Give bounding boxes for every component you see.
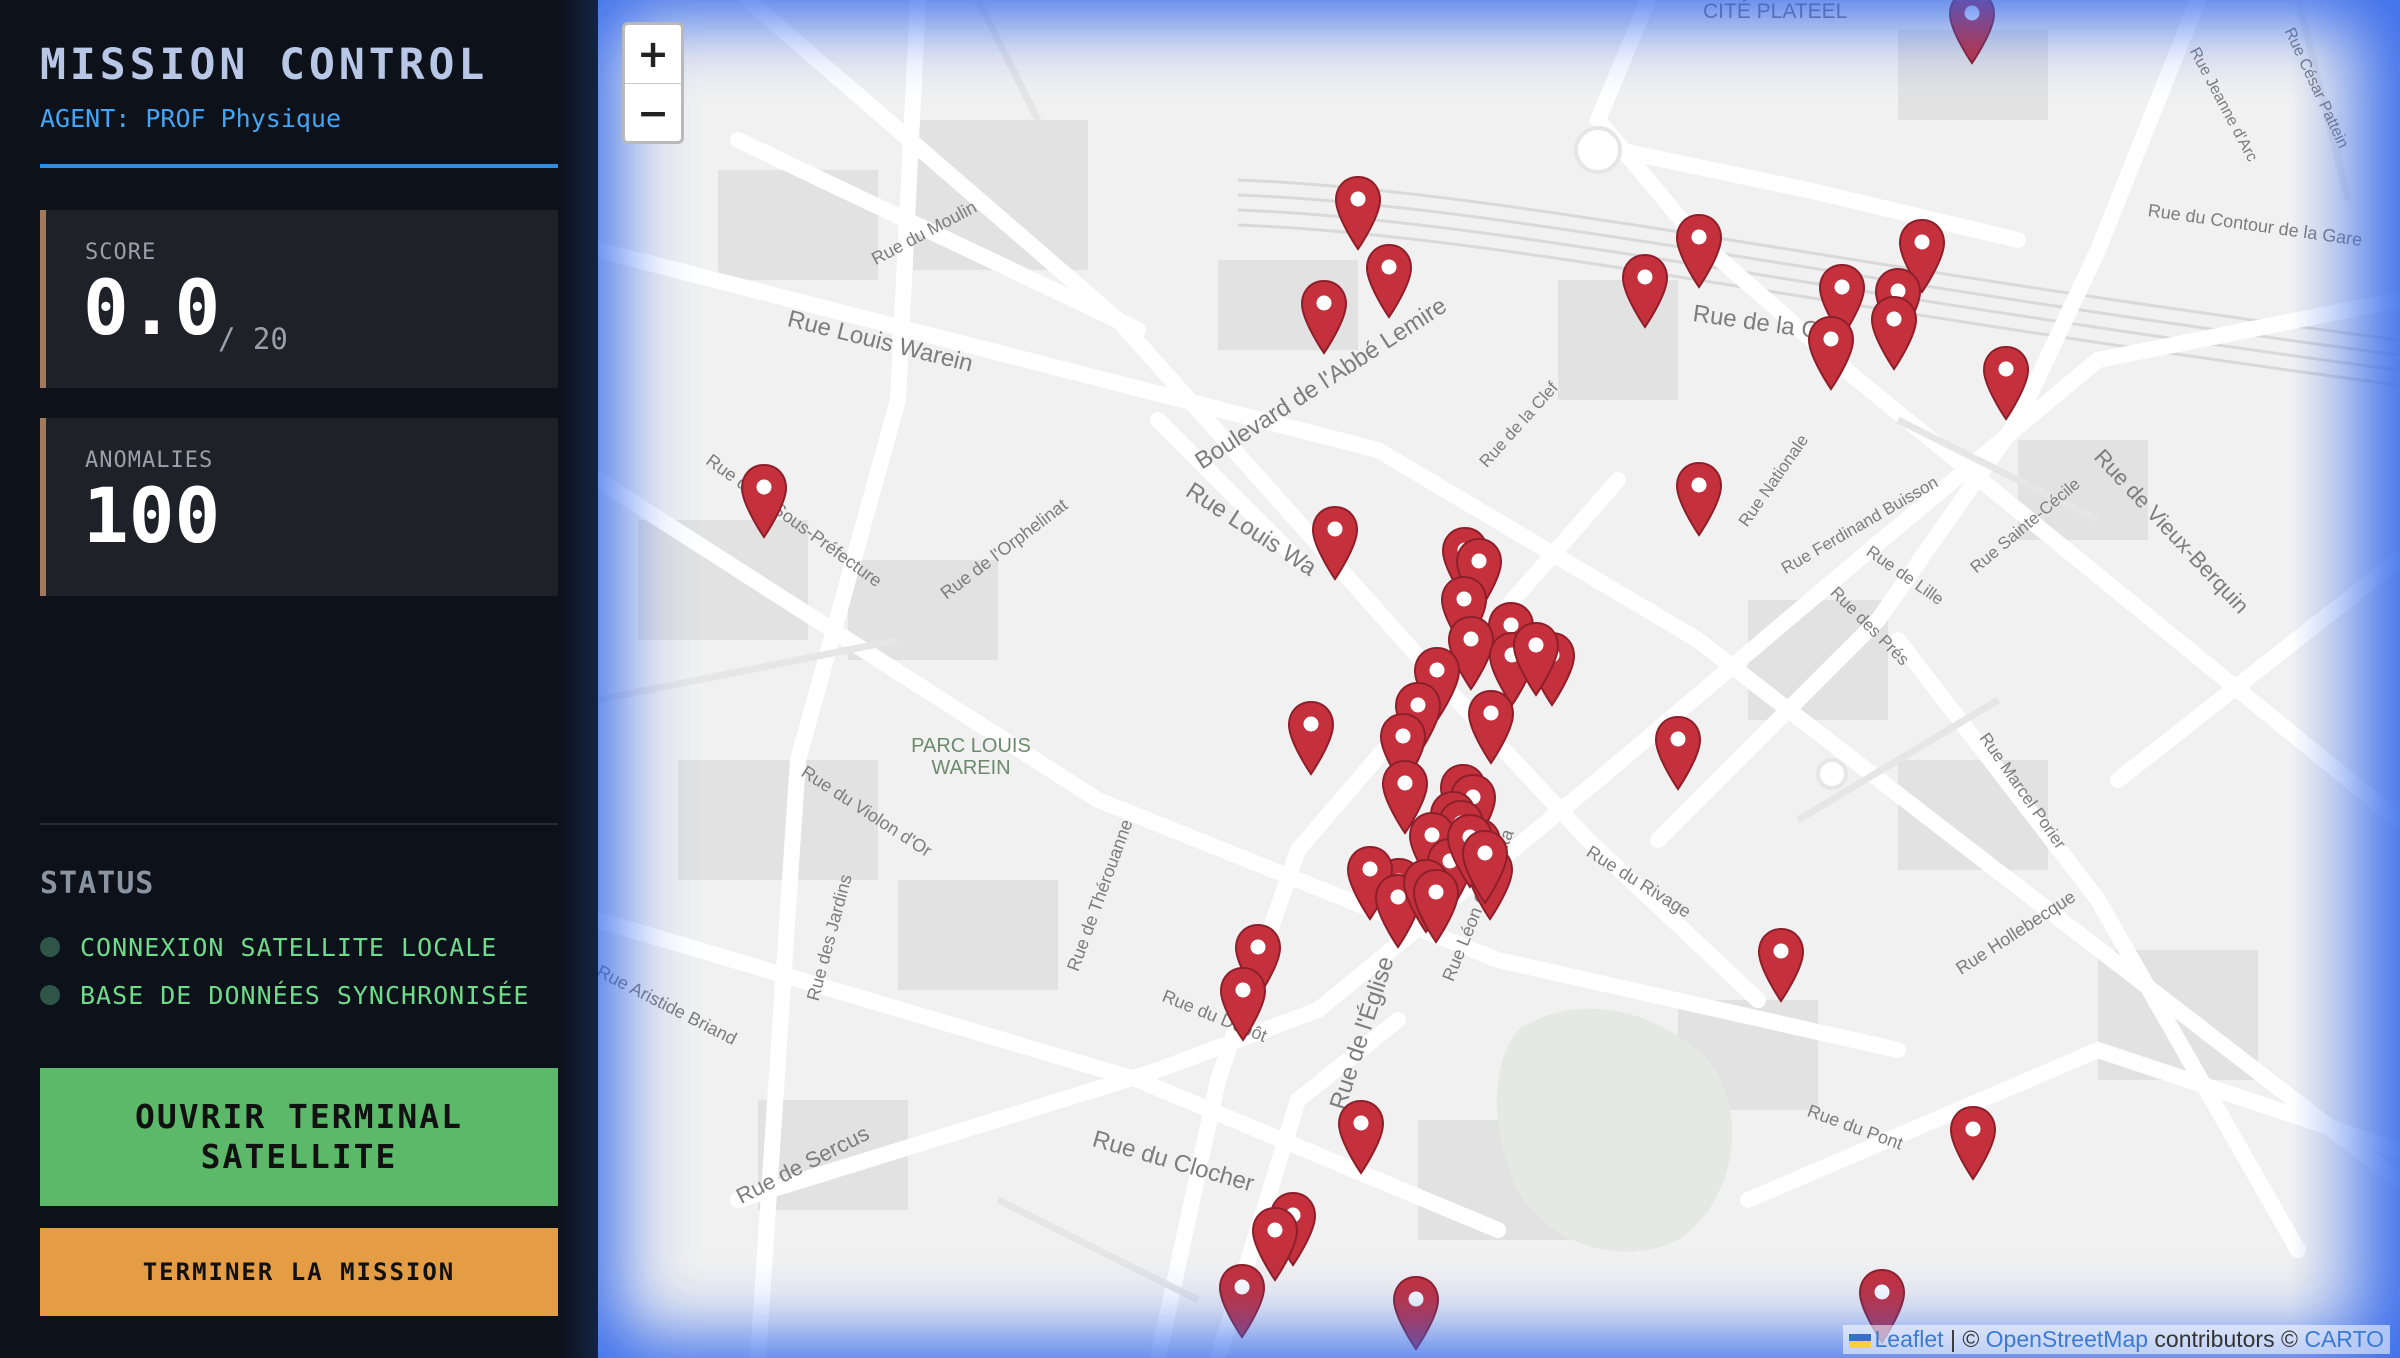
score-label: SCORE	[85, 240, 157, 265]
map-marker-pin-icon[interactable]	[1299, 278, 1349, 356]
attribution-separator: | ©	[1943, 1326, 1986, 1352]
score-value: 0.0	[83, 263, 221, 352]
map-marker-pin-icon[interactable]	[1218, 965, 1268, 1043]
status-text: BASE DE DONNÉES SYNCHRONISÉE	[80, 980, 530, 1010]
anomalies-card: ANOMALIES 100	[40, 418, 558, 596]
map-marker-pin-icon[interactable]	[1948, 1104, 1998, 1182]
map-marker-pin-icon[interactable]	[1947, 0, 1997, 66]
status-title: STATUS	[40, 866, 155, 901]
zoom-out-button[interactable]: −	[625, 84, 681, 142]
score-max: / 20	[218, 322, 288, 356]
map[interactable]: CITÉ PLATEEL Rue Louis Warein Boulevard …	[598, 0, 2400, 1358]
map-marker-pin-icon[interactable]	[1336, 1098, 1386, 1176]
map-marker-pin-icon[interactable]	[739, 462, 789, 540]
map-marker-pin-icon[interactable]	[1286, 699, 1336, 777]
map-marker-pin-icon[interactable]	[1756, 926, 1806, 1004]
map-marker-pin-icon[interactable]	[1674, 212, 1724, 290]
status-item: CONNEXION SATELLITE LOCALE	[40, 932, 497, 962]
map-attribution: Leaflet | © OpenStreetMap contributors ©…	[1842, 1325, 2390, 1354]
map-marker-pin-icon[interactable]	[1460, 828, 1510, 906]
separator	[40, 823, 558, 825]
end-mission-button[interactable]: TERMINER LA MISSION	[40, 1228, 558, 1316]
map-marker-pin-icon[interactable]	[1333, 174, 1383, 252]
label-cite: CITÉ PLATEEL	[1703, 0, 1848, 23]
anomalies-label: ANOMALIES	[85, 448, 214, 473]
map-marker-pin-icon[interactable]	[1806, 314, 1856, 392]
status-dot-icon	[40, 937, 60, 957]
status-dot-icon	[40, 985, 60, 1005]
status-item: BASE DE DONNÉES SYNCHRONISÉE	[40, 980, 529, 1010]
park-label: PARC LOUIS WAREIN	[911, 735, 1031, 779]
map-marker-pin-icon[interactable]	[1310, 504, 1360, 582]
map-marker-pin-icon[interactable]	[1653, 714, 1703, 792]
map-marker-pin-icon[interactable]	[1869, 294, 1919, 372]
status-text: CONNEXION SATELLITE LOCALE	[80, 932, 498, 962]
map-marker-pin-icon[interactable]	[1620, 252, 1670, 330]
score-card: SCORE 0.0 / 20	[40, 210, 558, 388]
flag-icon	[1848, 1333, 1871, 1348]
zoom-in-button[interactable]: +	[625, 25, 681, 84]
zoom-control: + −	[622, 22, 684, 144]
agent-name: AGENT: PROF Physique	[40, 104, 342, 133]
osm-link[interactable]: OpenStreetMap	[1986, 1326, 2148, 1352]
map-marker-pin-icon[interactable]	[1511, 620, 1561, 698]
carto-link[interactable]: CARTO	[2304, 1326, 2384, 1352]
leaflet-link[interactable]: Leaflet	[1875, 1326, 1944, 1352]
map-marker-pin-icon[interactable]	[1217, 1262, 1267, 1340]
map-marker-pin-icon[interactable]	[1411, 867, 1461, 945]
map-marker-pin-icon[interactable]	[1981, 344, 2031, 422]
anomalies-value: 100	[83, 471, 221, 560]
map-marker-pin-icon[interactable]	[1364, 242, 1414, 320]
map-marker-pin-icon[interactable]	[1391, 1274, 1441, 1352]
attribution-text: contributors ©	[2148, 1326, 2305, 1352]
open-terminal-button[interactable]: OUVRIR TERMINAL SATELLITE	[40, 1068, 558, 1206]
map-marker-pin-icon[interactable]	[1674, 460, 1724, 538]
sidebar: MISSION CONTROL AGENT: PROF Physique SCO…	[0, 0, 598, 1358]
divider	[40, 164, 558, 168]
app-title: MISSION CONTROL	[40, 40, 489, 90]
map-marker-pin-icon[interactable]	[1466, 688, 1516, 766]
